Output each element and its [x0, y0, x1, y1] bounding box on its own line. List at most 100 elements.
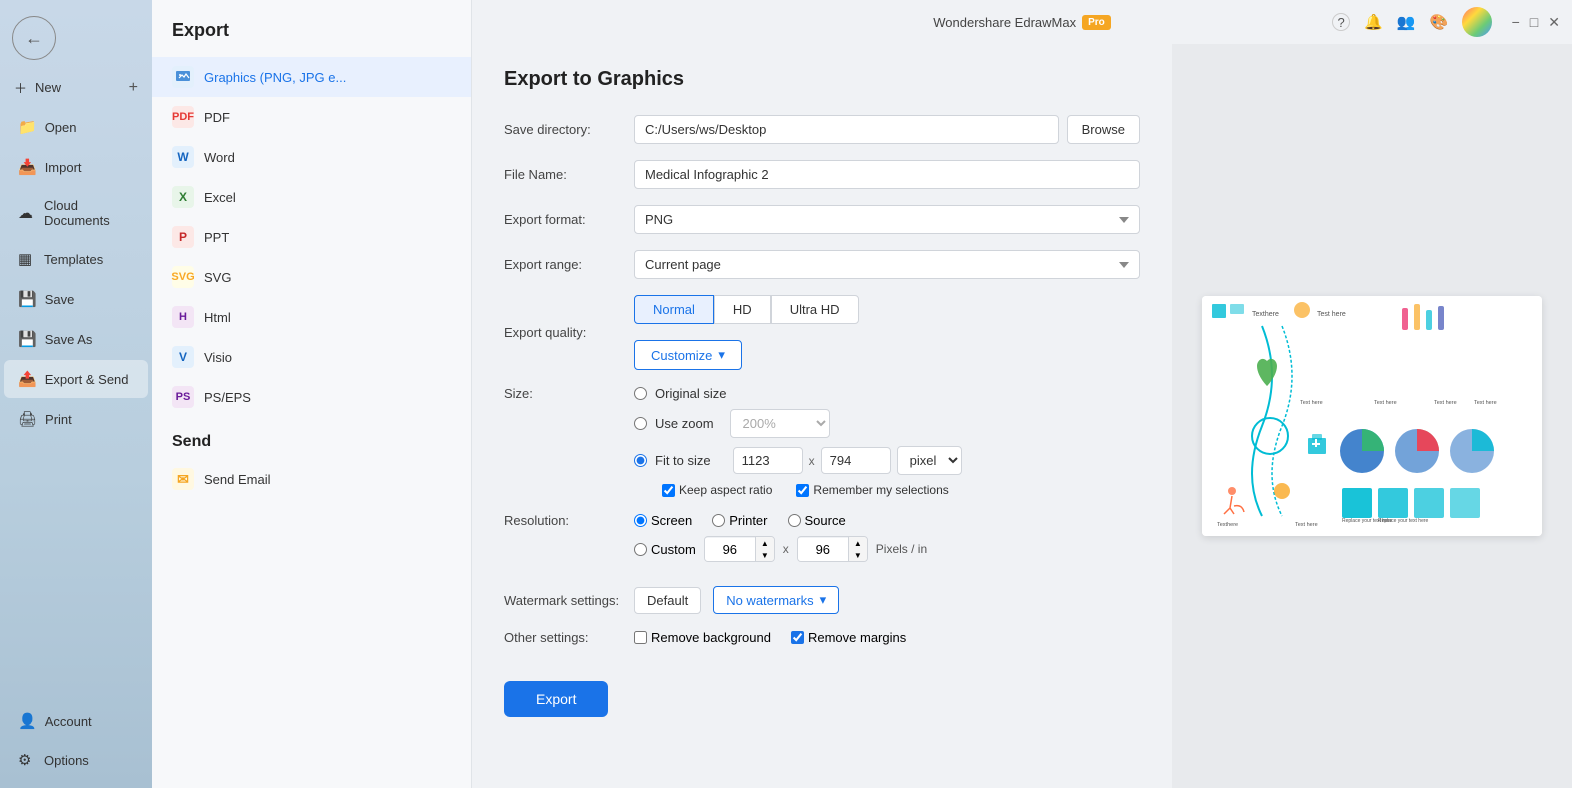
source-radio[interactable]: [788, 514, 801, 527]
fit-to-size-radio[interactable]: [634, 454, 647, 467]
svg-icon: SVG: [172, 266, 194, 288]
quality-uhd-button[interactable]: Ultra HD: [771, 295, 859, 324]
export-icon: 📤: [18, 370, 37, 388]
export-menu-excel[interactable]: X Excel: [152, 177, 471, 217]
checkbox-group: Keep aspect ratio Remember my selections: [662, 483, 1140, 497]
sidebar-item-saveas[interactable]: 💾 Save As: [4, 320, 148, 358]
export-quality-control: Normal HD Ultra HD Customize ▾: [634, 295, 1140, 370]
remove-margins-checkbox[interactable]: [791, 631, 804, 644]
size-label: Size:: [504, 386, 634, 401]
export-menu-word[interactable]: W Word: [152, 137, 471, 177]
original-size-label: Original size: [655, 386, 727, 401]
send-email-item[interactable]: ✉ Send Email: [152, 459, 471, 499]
sidebar-print-label: Print: [45, 412, 72, 427]
screen-radio[interactable]: [634, 514, 647, 527]
export-menu-ppt[interactable]: P PPT: [152, 217, 471, 257]
dpi2-up-button[interactable]: ▲: [849, 537, 867, 549]
sidebar-options-label: Options: [44, 753, 89, 768]
custom-radio[interactable]: [634, 543, 647, 556]
watermark-default-button[interactable]: Default: [634, 587, 701, 614]
sidebar-item-import[interactable]: 📥 Import: [4, 148, 148, 186]
bell-button[interactable]: 🔔: [1364, 13, 1383, 31]
excel-icon: X: [172, 186, 194, 208]
preview-image: Texthere Test here: [1202, 296, 1542, 536]
export-panel: Export Graphics (PNG, JPG e... PDF PDF W…: [152, 0, 472, 788]
customize-button[interactable]: Customize ▾: [634, 340, 742, 370]
community-button[interactable]: 👥: [1397, 13, 1416, 31]
sidebar-item-cloud[interactable]: ☁ Cloud Documents: [4, 188, 148, 238]
email-icon: ✉: [172, 468, 194, 490]
sidebar-item-new[interactable]: ＋ New +: [0, 68, 152, 107]
saveas-icon: 💾: [18, 330, 37, 348]
sidebar-templates-label: Templates: [44, 252, 103, 267]
export-menu-pdf[interactable]: PDF PDF: [152, 97, 471, 137]
minimize-button[interactable]: −: [1512, 14, 1520, 30]
pseps-icon: PS: [172, 386, 194, 408]
maximize-button[interactable]: □: [1530, 14, 1538, 30]
back-button[interactable]: ←: [12, 16, 56, 60]
svg-text:Text here: Text here: [1295, 522, 1318, 528]
save-directory-input[interactable]: [634, 115, 1059, 144]
avatar[interactable]: [1462, 7, 1492, 37]
fit-width-input[interactable]: [733, 447, 803, 474]
zoom-select[interactable]: 200% 100% 150%: [730, 409, 830, 438]
options-icon: ⚙: [18, 751, 36, 769]
export-menu-html[interactable]: H Html: [152, 297, 471, 337]
open-icon: 📁: [18, 118, 37, 136]
export-menu-graphics[interactable]: Graphics (PNG, JPG e...: [152, 57, 471, 97]
unit-select[interactable]: pixel cm inch: [897, 446, 962, 475]
export-range-control: Current page All pages Selected objects: [634, 250, 1140, 279]
fit-height-input[interactable]: [821, 447, 891, 474]
back-icon: ←: [25, 28, 43, 49]
graphics-label: Graphics (PNG, JPG e...: [204, 70, 346, 85]
watermark-row: Watermark settings: Default No watermark…: [504, 586, 1140, 614]
sidebar-item-export[interactable]: 📤 Export & Send: [4, 360, 148, 398]
quality-group: Normal HD Ultra HD: [634, 295, 1140, 324]
use-zoom-radio[interactable]: [634, 417, 647, 430]
no-watermarks-button[interactable]: No watermarks ▾: [713, 586, 839, 614]
printer-radio[interactable]: [712, 514, 725, 527]
dpi2-down-button[interactable]: ▼: [849, 549, 867, 561]
remove-background-checkbox[interactable]: [634, 631, 647, 644]
resolution-options-row: Screen Printer Source: [634, 513, 1140, 528]
save-directory-label: Save directory:: [504, 122, 634, 137]
dpi1-down-button[interactable]: ▼: [756, 549, 774, 561]
sidebar-item-open[interactable]: 📁 Open: [4, 108, 148, 146]
svg-text:Test here: Test here: [1317, 311, 1346, 318]
dpi1-input[interactable]: [705, 538, 755, 561]
sidebar-item-save[interactable]: 💾 Save: [4, 280, 148, 318]
remember-label: Remember my selections: [796, 483, 948, 497]
export-format-select[interactable]: PNG JPG BMP TIFF GIF: [634, 205, 1140, 234]
app-title: Wondershare EdrawMax Pro: [933, 15, 1111, 30]
help-button[interactable]: ?: [1332, 13, 1350, 31]
svg-text:Texthere: Texthere: [1252, 311, 1279, 318]
sidebar-save-label: Save: [45, 292, 75, 307]
close-button[interactable]: ✕: [1548, 14, 1560, 31]
dpi2-input[interactable]: [798, 538, 848, 561]
export-menu-svg[interactable]: SVG SVG: [152, 257, 471, 297]
remember-checkbox[interactable]: [796, 484, 809, 497]
svg-text:Text here: Text here: [1474, 400, 1497, 406]
quality-hd-button[interactable]: HD: [714, 295, 771, 324]
customize-label: Customize: [651, 348, 712, 363]
remove-background-option: Remove background: [634, 630, 771, 645]
keep-aspect-checkbox[interactable]: [662, 484, 675, 497]
dpi1-up-button[interactable]: ▲: [756, 537, 774, 549]
export-button[interactable]: Export: [504, 681, 608, 717]
sidebar-item-options[interactable]: ⚙ Options: [4, 741, 148, 779]
sidebar-item-templates[interactable]: ▦ Templates: [4, 240, 148, 278]
export-menu-visio[interactable]: V Visio: [152, 337, 471, 377]
word-icon: W: [172, 146, 194, 168]
export-range-label: Export range:: [504, 257, 634, 272]
file-name-input[interactable]: [634, 160, 1140, 189]
visio-icon: V: [172, 346, 194, 368]
export-range-select[interactable]: Current page All pages Selected objects: [634, 250, 1140, 279]
sidebar-item-print[interactable]: 🖨 Print: [4, 400, 148, 438]
original-size-radio[interactable]: [634, 387, 647, 400]
browse-button[interactable]: Browse: [1067, 115, 1140, 144]
export-menu-pseps[interactable]: PS PS/EPS: [152, 377, 471, 417]
skin-button[interactable]: 🎨: [1429, 13, 1448, 31]
sidebar-item-account[interactable]: 👤 Account: [4, 702, 148, 740]
quality-normal-button[interactable]: Normal: [634, 295, 714, 324]
svg-text:Texthere: Texthere: [1217, 522, 1238, 528]
